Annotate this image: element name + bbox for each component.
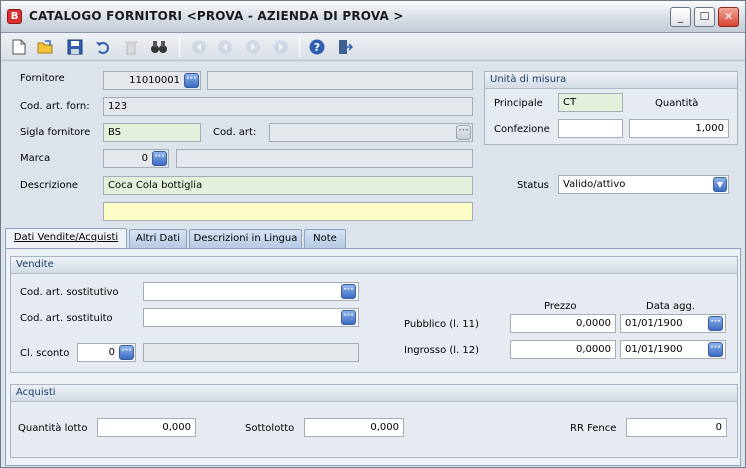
- undo-icon[interactable]: [93, 37, 113, 57]
- tab-note[interactable]: Note: [304, 229, 346, 248]
- principale-label: Principale: [494, 98, 543, 109]
- status-value: Valido/attivo: [563, 179, 626, 190]
- find-binoculars-icon[interactable]: [149, 37, 169, 57]
- vendite-title: Vendite: [11, 257, 737, 274]
- toolbar-separator: [179, 37, 180, 57]
- marca-lookup-button[interactable]: ···: [152, 151, 167, 166]
- cod-art-label: Cod. art:: [213, 127, 257, 138]
- sostitutivo-lookup-button[interactable]: ···: [341, 284, 356, 299]
- toolbar: ?: [1, 33, 745, 61]
- ingrosso-calendar-button[interactable]: ···: [708, 342, 723, 357]
- status-select[interactable]: Valido/attivo ▼: [558, 175, 729, 194]
- tab-altri-dati[interactable]: Altri Dati: [129, 229, 187, 248]
- descrizione-label: Descrizione: [20, 180, 79, 191]
- cod-art-sostitutivo-label: Cod. art. sostitutivo: [20, 287, 119, 298]
- cod-art-lookup-button[interactable]: ···: [456, 125, 471, 140]
- marca-description-field[interactable]: [176, 149, 473, 168]
- acquisti-title: Acquisti: [11, 385, 737, 402]
- sostituito-lookup-button[interactable]: ···: [341, 310, 356, 325]
- descrizione-field[interactable]: Coca Cola bottiglia: [103, 176, 473, 195]
- title-bar[interactable]: B CATALOGO FORNITORI <PROVA - AZIENDA DI…: [1, 1, 745, 33]
- cod-art-sostituito-label: Cod. art. sostituito: [20, 313, 113, 324]
- pubblico-calendar-button[interactable]: ···: [708, 316, 723, 331]
- fornitore-label: Fornitore: [20, 73, 65, 84]
- maximize-button[interactable]: ☐: [694, 7, 715, 27]
- open-folder-icon[interactable]: [35, 37, 55, 57]
- first-record-icon[interactable]: [189, 37, 209, 57]
- svg-text:?: ?: [314, 41, 320, 54]
- sottolotto-field[interactable]: 0,000: [304, 418, 404, 437]
- unita-misura-title: Unità di misura: [485, 72, 737, 89]
- next-record-icon[interactable]: [243, 37, 263, 57]
- toolbar-separator: [299, 37, 300, 57]
- save-icon[interactable]: [65, 37, 85, 57]
- cl-sconto-lookup-button[interactable]: ···: [119, 345, 134, 360]
- pubblico-prezzo-field[interactable]: 0,0000: [510, 314, 616, 333]
- exit-door-icon[interactable]: [335, 37, 355, 57]
- minimize-button[interactable]: _: [670, 7, 691, 27]
- cod-art-sostitutivo-field[interactable]: [143, 282, 359, 301]
- delete-icon[interactable]: [121, 37, 141, 57]
- ingrosso-prezzo-field[interactable]: 0,0000: [510, 340, 616, 359]
- app-icon[interactable]: B: [7, 9, 22, 24]
- cod-art-field[interactable]: [269, 123, 473, 142]
- status-label: Status: [517, 180, 549, 191]
- fornitore-name-field[interactable]: [207, 71, 473, 90]
- rr-fence-field[interactable]: 0: [626, 418, 727, 437]
- confezione-field[interactable]: [558, 119, 623, 138]
- cl-sconto-description-field[interactable]: [143, 343, 359, 362]
- sigla-fornitore-field[interactable]: BS: [103, 123, 201, 142]
- quantita-lotto-label: Quantità lotto: [18, 423, 88, 434]
- prezzo-header: Prezzo: [544, 301, 577, 312]
- tab-dati-vendite-acquisti[interactable]: Dati Vendite/Acquisti: [5, 228, 127, 249]
- last-record-icon[interactable]: [271, 37, 291, 57]
- help-icon[interactable]: ?: [307, 37, 327, 57]
- descrizione-extra-field[interactable]: [103, 202, 473, 221]
- rr-fence-label: RR Fence: [570, 423, 617, 434]
- sottolotto-label: Sottolotto: [245, 423, 295, 434]
- close-button[interactable]: ✕: [718, 7, 739, 27]
- previous-record-icon[interactable]: [215, 37, 235, 57]
- main-window: B CATALOGO FORNITORI <PROVA - AZIENDA DI…: [0, 0, 746, 468]
- chevron-down-icon[interactable]: ▼: [713, 177, 727, 192]
- marca-label: Marca: [20, 153, 51, 164]
- new-document-icon[interactable]: [9, 37, 29, 57]
- cod-art-sostituito-field[interactable]: [143, 308, 359, 327]
- data-agg-header: Data agg.: [646, 301, 696, 312]
- quantita-field[interactable]: 1,000: [629, 119, 729, 138]
- cod-art-forn-label: Cod. art. forn:: [20, 101, 90, 112]
- sigla-fornitore-label: Sigla fornitore: [20, 127, 91, 138]
- cod-art-forn-field[interactable]: 123: [103, 97, 473, 116]
- tab-descrizioni-lingua[interactable]: Descrizioni in Lingua: [189, 229, 302, 248]
- fornitore-lookup-button[interactable]: ···: [184, 73, 199, 88]
- confezione-label: Confezione: [494, 124, 550, 135]
- quantita-lotto-field[interactable]: 0,000: [97, 418, 196, 437]
- cl-sconto-label: Cl. sconto: [20, 348, 70, 359]
- quantita-label: Quantità: [655, 98, 699, 109]
- window-title: CATALOGO FORNITORI <PROVA - AZIENDA DI P…: [29, 9, 404, 23]
- principale-field[interactable]: CT: [558, 93, 623, 112]
- pubblico-label: Pubblico (l. 11): [404, 319, 479, 330]
- ingrosso-label: Ingrosso (l. 12): [404, 345, 480, 356]
